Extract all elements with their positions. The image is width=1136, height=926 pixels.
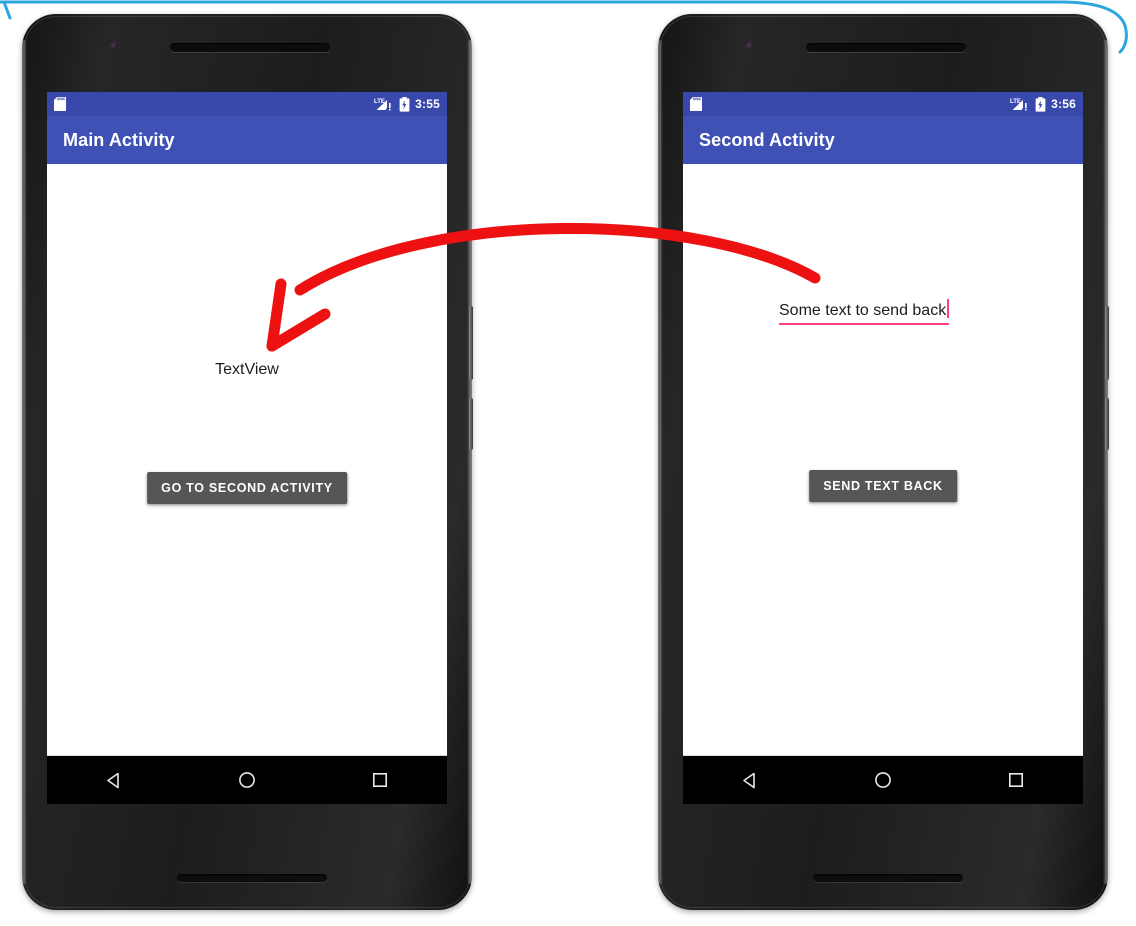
home-button[interactable]: [223, 756, 271, 804]
volume-button[interactable]: [469, 398, 473, 450]
recents-button[interactable]: [356, 756, 404, 804]
back-triangle-icon: [743, 772, 755, 788]
status-bar-left-icons: [690, 97, 702, 111]
phone-device-right: LTE 3:56 Second Activity Some text to se…: [658, 14, 1109, 910]
phone-edge-sheen-right: [467, 40, 472, 884]
status-bar-right: LTE 3:56: [683, 92, 1083, 116]
app-bar-title: Main Activity: [63, 129, 175, 150]
phone-edge-sheen-left: [22, 40, 27, 884]
volume-button[interactable]: [1105, 398, 1109, 450]
main-activity-textview: TextView: [215, 361, 279, 378]
app-bar-title: Second Activity: [699, 129, 835, 150]
back-button[interactable]: [726, 756, 774, 804]
power-button[interactable]: [469, 306, 473, 380]
sd-card-icon: [690, 97, 702, 111]
app-bar-right: Second Activity: [683, 116, 1083, 164]
battery-icon: [1035, 96, 1046, 112]
nav-bar-right: [683, 755, 1083, 804]
earpiece-speaker: [806, 43, 966, 52]
scene-canvas: LTE 3:55 Main Activity TextView GO TO SE…: [0, 0, 1136, 926]
edittext-value: Some text to send back: [779, 302, 947, 319]
activity-content-right: Some text to send back SEND TEXT BACK: [683, 164, 1083, 756]
earpiece-speaker: [170, 43, 330, 52]
battery-icon: [399, 96, 410, 112]
send-text-back-button[interactable]: SEND TEXT BACK: [809, 470, 957, 502]
lte-signal-icon: LTE: [1010, 99, 1027, 111]
phone-screen-left: LTE 3:55 Main Activity TextView GO TO SE…: [47, 92, 447, 804]
back-button[interactable]: [90, 756, 138, 804]
lte-signal-icon: LTE: [374, 99, 391, 111]
status-bar-clock: 3:56: [1051, 97, 1076, 111]
phone-edge-sheen-left: [658, 40, 663, 884]
status-bar-left: LTE 3:55: [47, 92, 447, 116]
sd-card-icon: [54, 97, 66, 111]
activity-content-left: TextView GO TO SECOND ACTIVITY: [47, 164, 447, 756]
bottom-speaker-slot: [813, 874, 963, 882]
status-bar-right-icons: LTE 3:55: [374, 96, 440, 112]
home-circle-icon: [239, 772, 255, 788]
power-button[interactable]: [1105, 306, 1109, 380]
back-triangle-icon: [107, 772, 119, 788]
bottom-speaker-slot: [177, 874, 327, 882]
front-camera-icon: [110, 42, 119, 51]
recents-square-icon: [1009, 772, 1024, 787]
go-to-second-activity-button[interactable]: GO TO SECOND ACTIVITY: [147, 472, 347, 504]
front-camera-icon: [746, 42, 755, 51]
recents-square-icon: [373, 772, 388, 787]
phone-device-left: LTE 3:55 Main Activity TextView GO TO SE…: [22, 14, 473, 910]
recents-button[interactable]: [992, 756, 1040, 804]
text-cursor: [947, 299, 950, 318]
status-bar-right-icons: LTE 3:56: [1010, 96, 1076, 112]
status-bar-clock: 3:55: [415, 97, 440, 111]
phone-screen-right: LTE 3:56 Second Activity Some text to se…: [683, 92, 1083, 804]
home-button[interactable]: [859, 756, 907, 804]
nav-bar-left: [47, 755, 447, 804]
status-bar-left-icons: [54, 97, 66, 111]
app-bar-left: Main Activity: [47, 116, 447, 164]
second-activity-edittext[interactable]: Some text to send back: [779, 296, 950, 325]
phone-edge-sheen-right: [1103, 40, 1108, 884]
home-circle-icon: [875, 772, 891, 788]
